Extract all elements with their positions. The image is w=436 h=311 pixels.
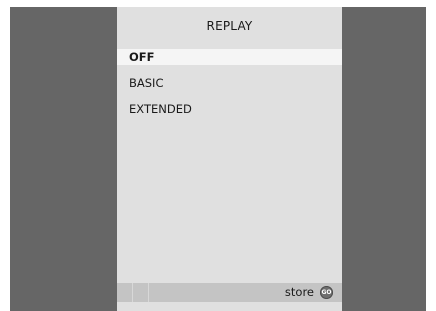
store-label: store [284,285,314,299]
menu-item-off[interactable]: OFF [117,49,342,65]
footer-segment [132,283,149,302]
menu-panel: REPLAY OFF BASIC EXTENDED store GO [117,7,342,311]
menu-item-basic[interactable]: BASIC [117,75,342,91]
go-button-icon[interactable]: GO [320,286,333,299]
menu-list: OFF BASIC EXTENDED [117,49,342,127]
footer-bar: store GO [117,283,342,302]
menu-item-extended[interactable]: EXTENDED [117,101,342,117]
footer-segment [117,283,133,302]
menu-title: REPLAY [206,19,253,33]
